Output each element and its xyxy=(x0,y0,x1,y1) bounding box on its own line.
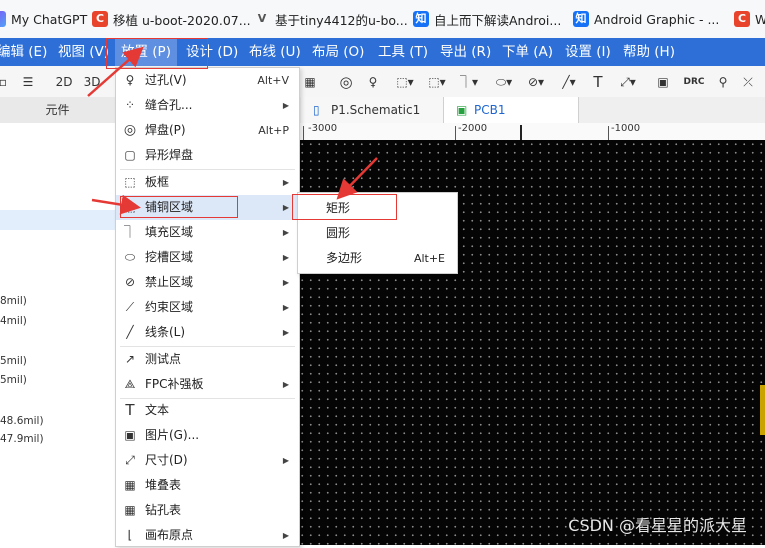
arrow-to-place-menu xyxy=(87,46,144,97)
arrow-to-rectangle xyxy=(336,157,378,200)
arrow-to-copper-area xyxy=(91,194,141,215)
annotation-arrows xyxy=(87,46,378,215)
